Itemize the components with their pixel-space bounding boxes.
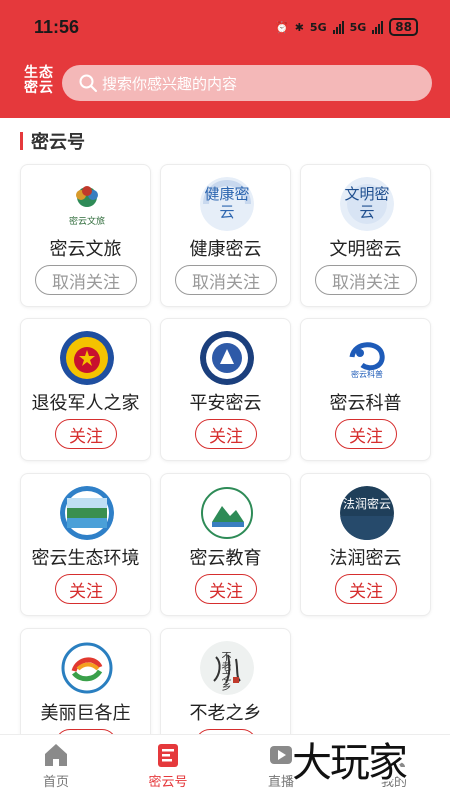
search-bar[interactable]: 搜索你感兴趣的内容 [62,65,432,101]
account-avatar-text: 密云文旅 [68,217,105,227]
tab-home[interactable]: 首页 [0,735,112,800]
account-name: 美丽巨各庄 [40,703,131,724]
account-avatar-text: 密云科普 [351,370,383,379]
account-name: 退役军人之家 [31,393,140,414]
tab-miyunhao-label: 密云号 [148,775,188,790]
account-avatar-icon: 健康密云 [200,177,254,231]
signal-icon-2 [372,20,384,34]
account-card[interactable]: 密云生态环境 关注 [20,473,151,616]
play-icon [270,746,292,764]
account-avatar-icon [60,486,114,540]
account-card[interactable]: 退役军人之家 关注 [20,318,151,461]
account-avatar-icon: 文明密云 [340,177,394,231]
account-avatar-text: 法润密云 [342,497,391,511]
section-title: 密云号 [31,132,85,153]
account-avatar-icon [60,331,114,385]
account-card[interactable]: 法润密云 法润密云 关注 [300,473,431,616]
network-label-1: 5G [309,20,327,34]
status-bar: 11:56 ⏰ ✱ 5G 5G 88 [0,0,450,56]
account-name: 平安密云 [189,393,262,414]
account-avatar-text: 健康密云 [204,185,250,221]
unfollow-button[interactable]: 取消关注 [175,265,277,295]
account-avatar-icon: 密云科普 [340,331,394,385]
account-avatar-icon: 不老之乡 [200,641,254,695]
account-card[interactable]: 文明密云 文明密云 取消关注 [300,164,431,307]
account-avatar-text: 文明密云 [344,185,390,221]
app-logo: 生态密云 [24,65,54,96]
account-name: 密云文旅 [49,239,122,260]
app-header: 11:56 ⏰ ✱ 5G 5G 88 生态密云 搜索你感兴趣的内容 [0,0,450,118]
section-header: 密云号 [20,128,85,154]
account-name: 密云科普 [329,393,402,414]
follow-button[interactable]: 关注 [55,419,117,449]
unfollow-button[interactable]: 取消关注 [315,265,417,295]
account-avatar-icon [200,486,254,540]
account-name: 文明密云 [329,239,402,260]
section-accent-bar [20,132,23,150]
account-name: 不老之乡 [189,703,262,724]
follow-button[interactable]: 关注 [195,419,257,449]
home-icon [45,744,67,766]
account-avatar-icon [60,641,114,695]
tab-home-label: 首页 [42,775,69,790]
account-card[interactable]: 密云文旅 密云文旅 取消关注 [20,164,151,307]
network-label-2: 5G [349,20,367,34]
search-placeholder: 搜索你感兴趣的内容 [102,74,238,93]
account-card[interactable]: 密云教育 关注 [160,473,291,616]
account-name: 密云教育 [189,548,262,569]
watermark: 大玩家 [292,740,408,786]
battery-indicator: 88 [389,18,418,36]
account-name: 法润密云 [329,548,402,569]
bluetooth-icon: ✱ [294,20,304,34]
account-avatar-icon: 密云文旅 [60,177,114,231]
account-name: 健康密云 [189,239,262,260]
account-avatar-icon: 法润密云 [340,486,394,540]
alarm-icon: ⏰ [275,20,289,34]
document-icon [158,744,178,767]
follow-button[interactable]: 关注 [335,574,397,604]
follow-button[interactable]: 关注 [55,574,117,604]
unfollow-button[interactable]: 取消关注 [35,265,137,295]
account-name: 密云生态环境 [31,548,140,569]
account-card[interactable]: 密云科普 密云科普 关注 [300,318,431,461]
follow-button[interactable]: 关注 [195,574,257,604]
signal-icon [332,20,344,34]
follow-button[interactable]: 关注 [335,419,397,449]
account-card[interactable]: 平安密云 关注 [160,318,291,461]
status-icons: ⏰ ✱ 5G 5G 88 [275,18,418,36]
account-avatar-icon [200,331,254,385]
account-card[interactable]: 健康密云 健康密云 取消关注 [160,164,291,307]
status-time: 11:56 [34,17,80,37]
search-icon [79,74,97,92]
account-avatar-text: 不老之乡 [219,651,230,691]
tab-miyunhao[interactable]: 密云号 [112,735,224,800]
